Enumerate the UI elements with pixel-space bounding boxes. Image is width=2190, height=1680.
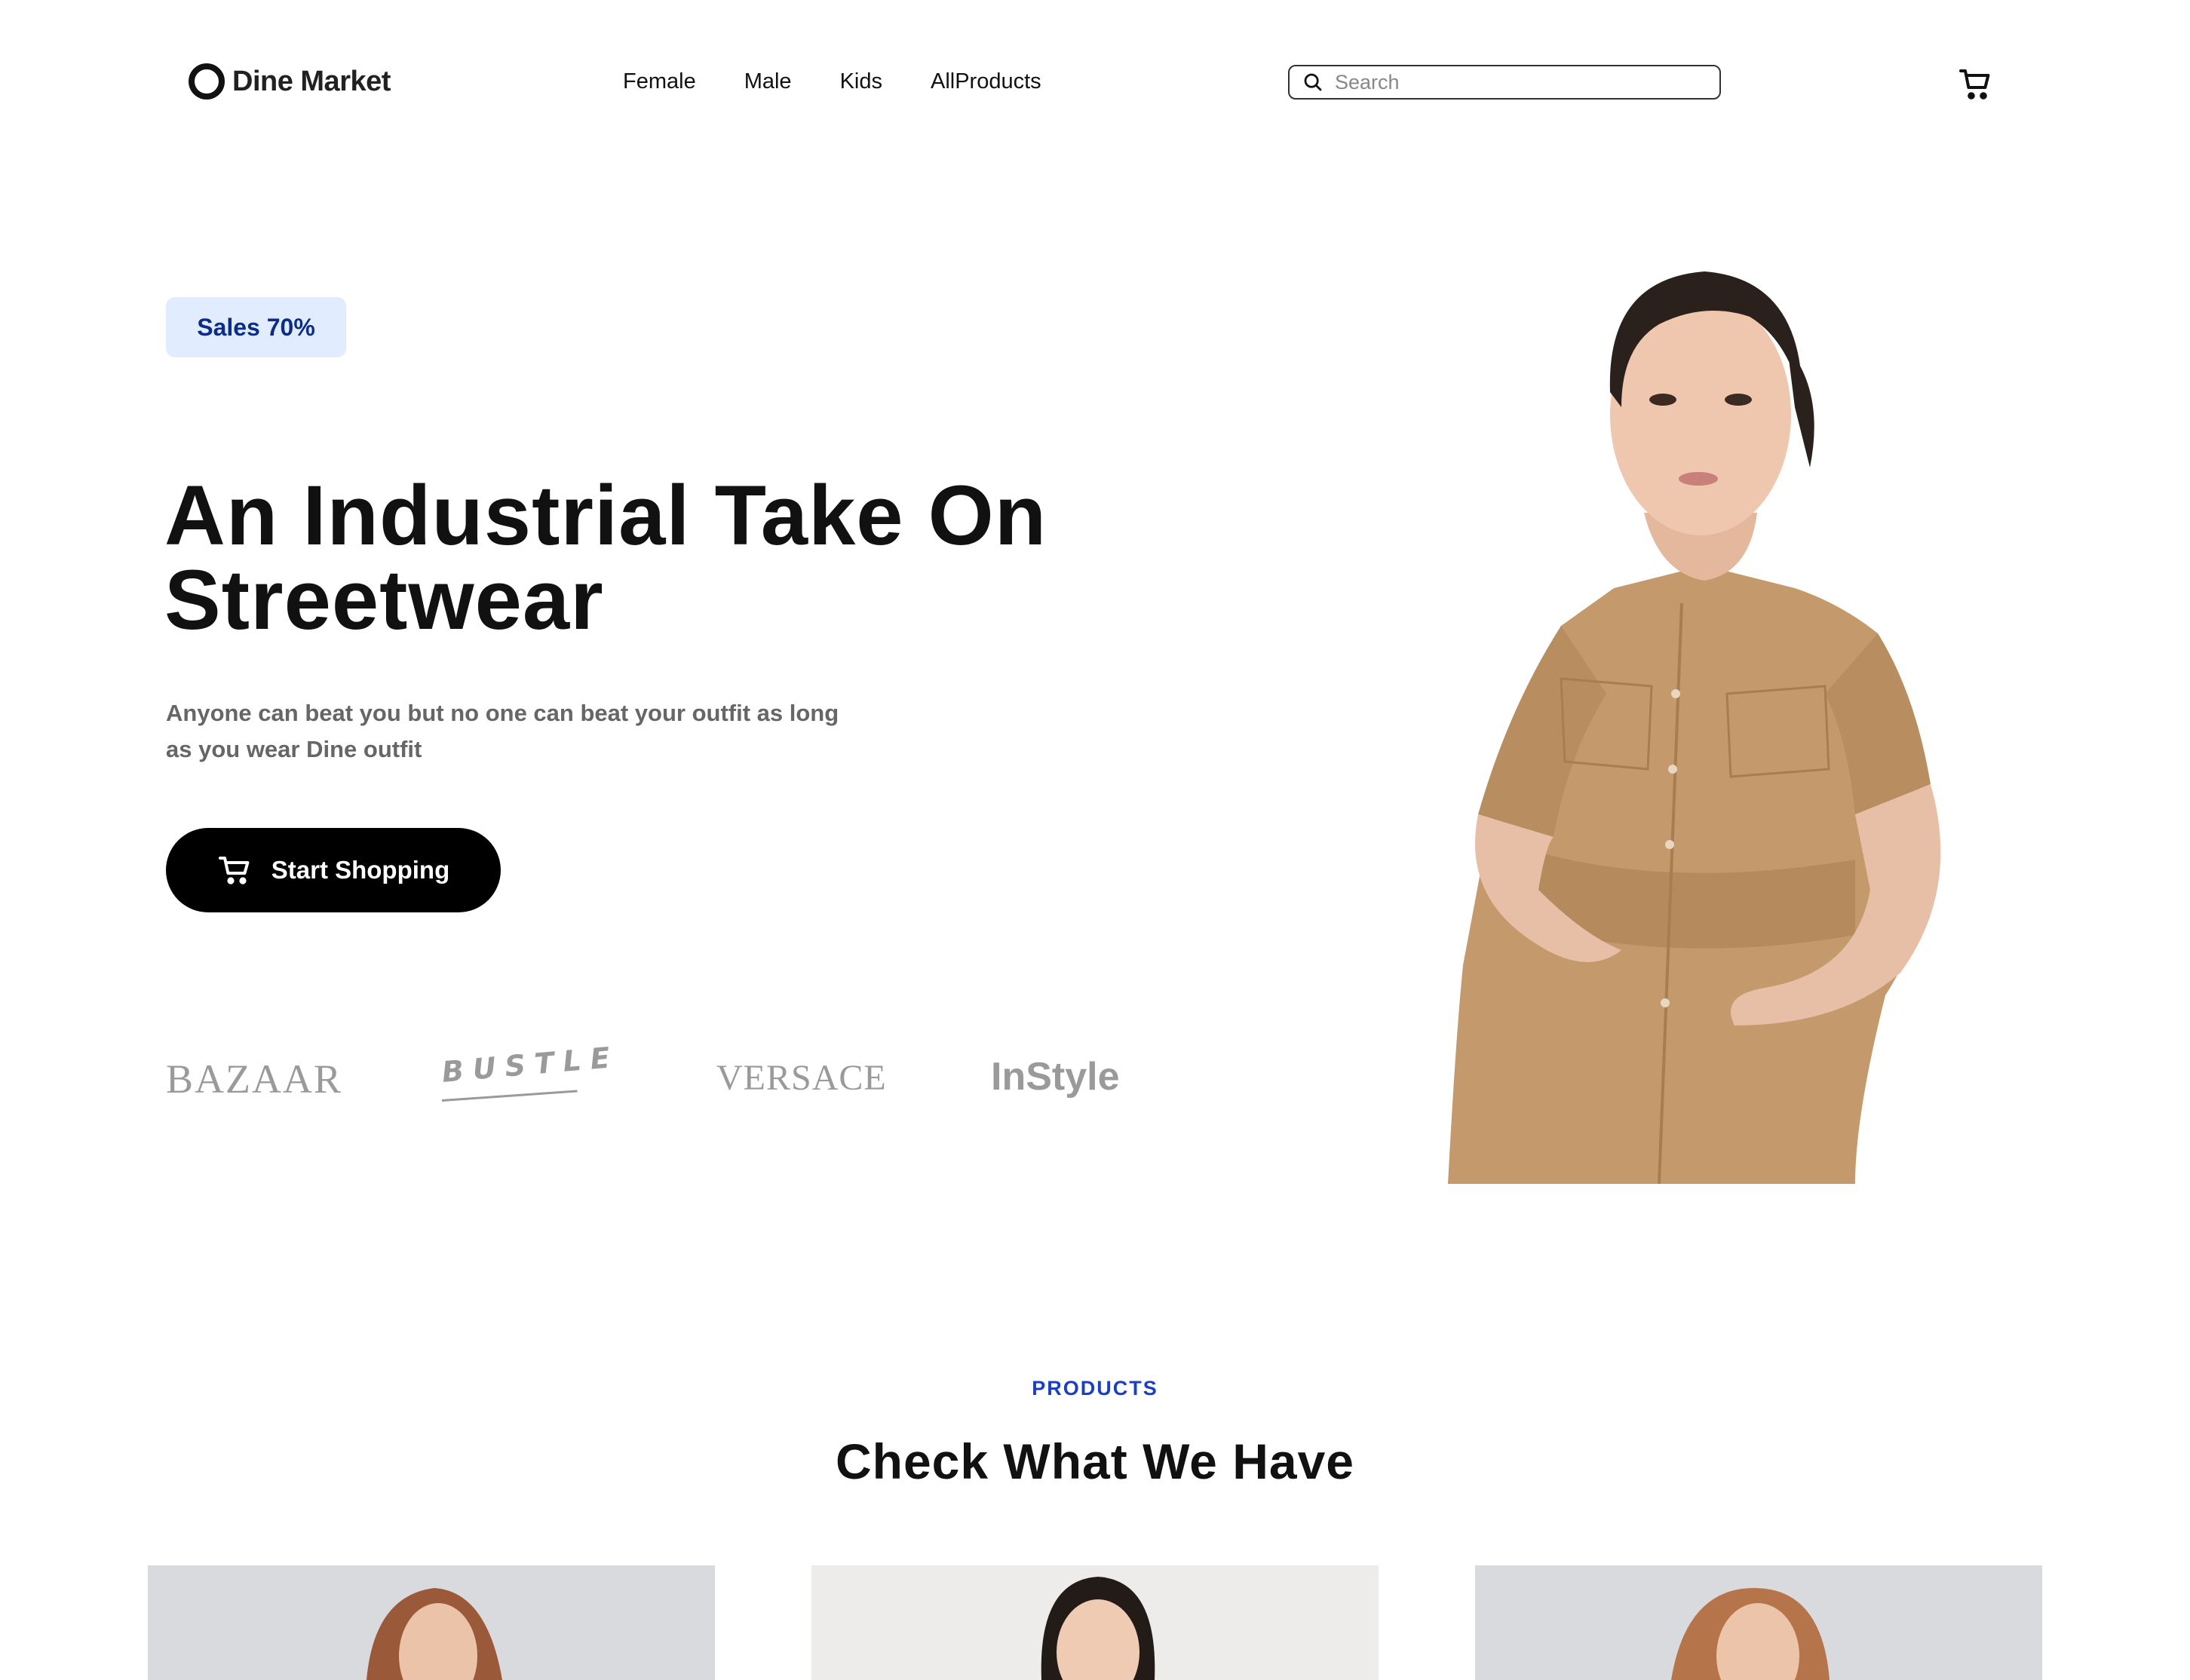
brand-logos: BAZAAR BUSTLE VERSACE InStyle — [166, 1041, 1146, 1110]
search-bar[interactable] — [1288, 65, 1721, 100]
cart-icon — [218, 857, 250, 884]
nav-item-kids[interactable]: Kids — [840, 69, 882, 94]
product-image — [1041, 1577, 1155, 1680]
sale-badge: Sales 70% — [166, 297, 346, 357]
hero-subtitle: Anyone can beat you but no one can beat … — [166, 700, 839, 762]
logo-text: Dine Market — [232, 65, 391, 97]
section-label: PRODUCTS — [1032, 1377, 1158, 1399]
product-card[interactable] — [1475, 1565, 2042, 1680]
nav-item-allproducts[interactable]: AllProducts — [931, 69, 1041, 94]
logo-ring-icon — [189, 63, 225, 100]
nav-item-male[interactable]: Male — [744, 69, 792, 94]
brand-logo-versace: VERSACE — [716, 1058, 887, 1098]
hero-model-image — [1448, 271, 1941, 1184]
brand-logo-instyle: InStyle — [991, 1055, 1120, 1099]
brand-bustle-underline — [441, 1090, 578, 1102]
product-card[interactable] — [811, 1565, 1379, 1680]
site-logo[interactable]: Dine Market — [189, 63, 391, 100]
product-image — [1671, 1588, 1830, 1680]
hero-title: An Industrial Take On Streetwear — [164, 468, 1047, 647]
section-title: Check What We Have — [836, 1433, 1354, 1489]
start-shopping-button[interactable]: Start Shopping — [166, 828, 501, 912]
search-icon — [1304, 73, 1322, 91]
main-nav: Female Male Kids AllProducts — [623, 69, 1041, 94]
start-shopping-label: Start Shopping — [271, 856, 450, 884]
brand-logo-bustle: BUSTLE — [440, 1040, 621, 1089]
search-input[interactable] — [1335, 70, 1719, 94]
brand-logo-bazaar: BAZAAR — [166, 1056, 343, 1102]
product-card[interactable] — [148, 1565, 715, 1680]
nav-item-female[interactable]: Female — [623, 69, 696, 94]
product-image — [367, 1588, 502, 1680]
cart-icon[interactable] — [1958, 66, 1994, 103]
